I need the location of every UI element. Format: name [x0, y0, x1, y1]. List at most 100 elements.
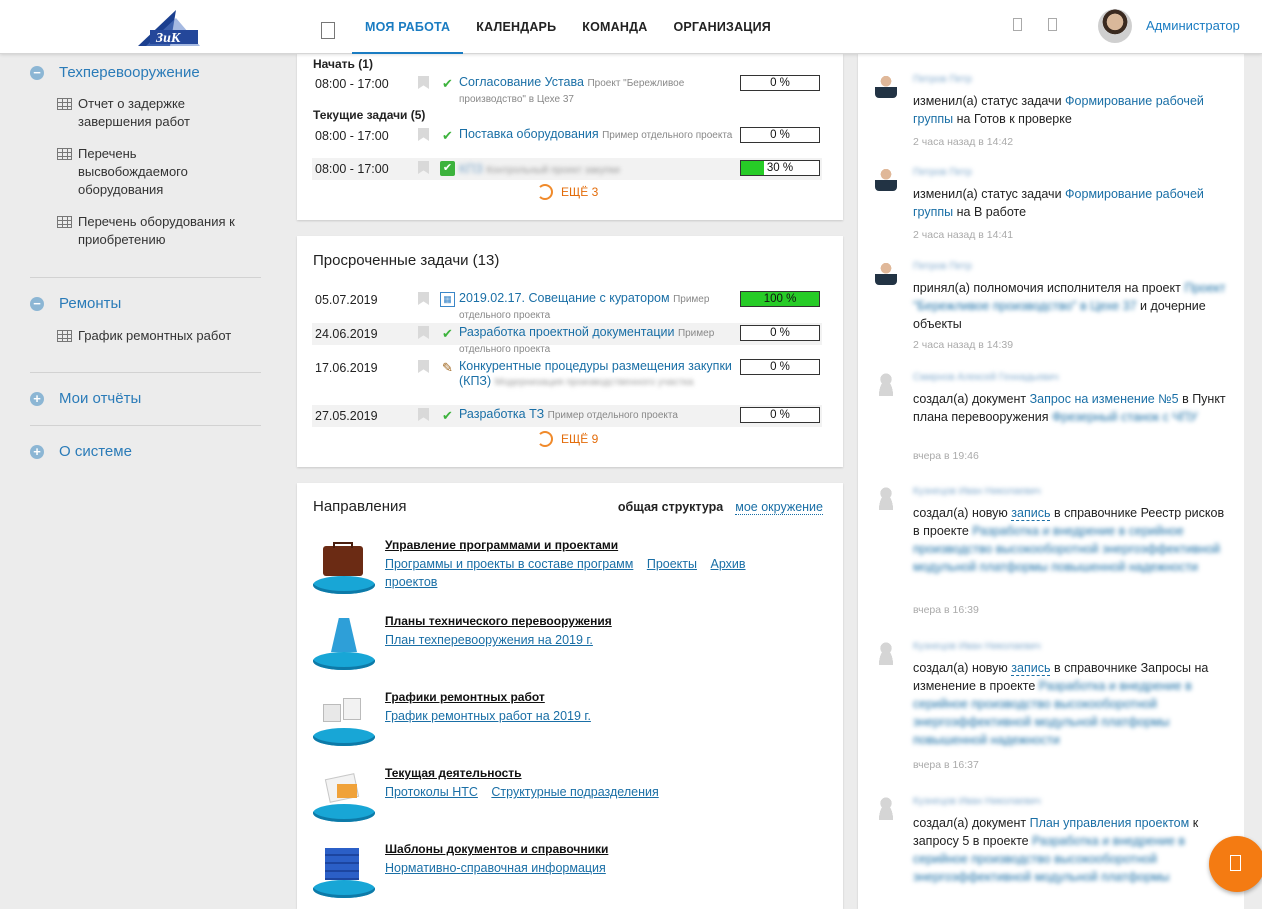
feed-author[interactable]: Петров Петр [913, 261, 972, 272]
task-row[interactable]: 08:00 - 17:00 ✔ Согласование Устава Прое… [312, 73, 822, 105]
task-title[interactable]: КПЗ [459, 162, 483, 176]
more-label[interactable]: ЕЩЁ 3 [561, 185, 598, 199]
messages-icon[interactable] [1048, 18, 1057, 31]
sidebar-item-label[interactable]: Отчет о задержке завершения работ [78, 95, 248, 131]
user-placeholder-icon[interactable] [875, 796, 897, 820]
direction-link[interactable]: График ремонтных работ на 2019 г. [385, 709, 591, 723]
direction-links: План техперевооружения на 2019 г. [385, 631, 795, 649]
user-name[interactable]: Администратор [1146, 18, 1240, 33]
sidebar-section-title[interactable]: О системе [59, 443, 132, 460]
feed-link[interactable]: запись [1011, 661, 1051, 676]
direction-link[interactable]: Программы и проекты в составе программ [385, 557, 633, 571]
feed-author[interactable]: Кузнецов Иван Николаевич [913, 486, 1041, 497]
plus-circle-icon[interactable]: + [30, 391, 44, 406]
user-placeholder-icon[interactable] [875, 372, 897, 396]
nav-my-work[interactable]: МОЯ РАБОТА [352, 0, 464, 54]
sidebar-section-my-reports[interactable]: + Мои отчёты [30, 390, 141, 407]
sidebar-section-title[interactable]: Ремонты [59, 295, 121, 312]
feed-target-link[interactable]: Фрезерный станок с ЧПУ [1052, 410, 1198, 424]
feed-time: 2 часа назад в 14:42 [913, 136, 1014, 148]
task-row[interactable]: 24.06.2019 ✔ Разработка проектной докуме… [312, 323, 822, 355]
sidebar-section-title[interactable]: Техперевооружение [59, 64, 200, 81]
tab-my-environment[interactable]: мое окружение [735, 500, 823, 515]
task-title[interactable]: Поставка оборудования [459, 127, 599, 141]
sidebar-item-label[interactable]: График ремонтных работ [78, 327, 248, 345]
direction-link[interactable]: Проекты [647, 557, 697, 571]
hammer-icon: ✎ [442, 360, 453, 375]
task-row[interactable]: 08:00 - 17:00 ✔ КПЗ Контрольный проект з… [312, 158, 822, 180]
bookmark-icon[interactable] [418, 161, 429, 174]
feed-link[interactable]: План управления проектом [1030, 816, 1190, 830]
sidebar-section-rearmament[interactable]: − Техперевооружение [30, 64, 200, 81]
bookmark-icon[interactable] [418, 408, 429, 421]
task-title[interactable]: Согласование Устава [459, 75, 584, 89]
sidebar-item-label[interactable]: Перечень оборудования к приобретению [78, 213, 248, 249]
direction-title[interactable]: Шаблоны документов и справочники [385, 842, 608, 856]
progress-value: 0 % [770, 409, 790, 421]
direction-title[interactable]: Графики ремонтных работ [385, 690, 545, 704]
bookmark-icon[interactable] [418, 76, 429, 89]
sidebar-item-repair-schedule[interactable]: График ремонтных работ [57, 327, 248, 345]
task-row[interactable]: 27.05.2019 ✔ Разработка ТЗ Пример отдель… [312, 405, 822, 427]
icon-plate [313, 804, 375, 822]
task-row[interactable]: 08:00 - 17:00 ✔ Поставка оборудования Пр… [312, 125, 822, 147]
user-photo-icon[interactable] [875, 261, 897, 285]
user-placeholder-icon[interactable] [875, 486, 897, 510]
task-title[interactable]: Разработка проектной документации [459, 325, 674, 339]
menu-toggle-icon[interactable] [321, 22, 335, 39]
check-icon: ✔ [442, 326, 453, 341]
progress-value: 0 % [770, 77, 790, 89]
user-avatar[interactable] [1098, 9, 1132, 43]
direction-title[interactable]: Планы технического перевооружения [385, 614, 612, 628]
tab-general-structure[interactable]: общая структура [618, 500, 723, 515]
task-title[interactable]: 2019.02.17. Совещание с куратором [459, 291, 670, 305]
sidebar-section-title[interactable]: Мои отчёты [59, 390, 141, 407]
sidebar-item-released-equipment[interactable]: Перечень высвобождаемого оборудования [57, 145, 248, 199]
scrollbar-track[interactable] [1244, 54, 1262, 909]
bookmark-icon[interactable] [418, 326, 429, 339]
task-row[interactable]: 17.06.2019 ✎ Конкурентные процедуры разм… [312, 357, 822, 388]
feed-author[interactable]: Смирнов Алексей Геннадьевич [913, 372, 1059, 383]
sidebar-item-equipment-to-buy[interactable]: Перечень оборудования к приобретению [57, 213, 248, 249]
direction-link[interactable]: Нормативно-справочная информация [385, 861, 606, 875]
plus-circle-icon[interactable]: + [30, 444, 44, 459]
user-placeholder-icon[interactable] [875, 641, 897, 665]
feed-author[interactable]: Кузнецов Иван Николаевич [913, 641, 1041, 652]
bookmark-icon[interactable] [418, 360, 429, 373]
nav-calendar[interactable]: КАЛЕНДАРЬ [463, 0, 569, 54]
notifications-icon[interactable] [1013, 18, 1022, 31]
company-logo[interactable]: ЗиК [136, 8, 202, 48]
sidebar-section-repairs[interactable]: − Ремонты [30, 295, 121, 312]
more-label[interactable]: ЕЩЁ 9 [561, 432, 598, 446]
minus-circle-icon[interactable]: − [30, 296, 44, 311]
feed-author[interactable]: Петров Петр [913, 167, 972, 178]
nav-organization[interactable]: ОРГАНИЗАЦИЯ [660, 0, 784, 54]
feed-action: создал(а) [913, 392, 972, 406]
direction-item: Текущая деятельность Протоколы НТС Струк… [311, 766, 821, 826]
feed-connector: на [953, 205, 974, 219]
sidebar-section-about[interactable]: + О системе [30, 443, 132, 460]
direction-link[interactable]: Структурные подразделения [491, 785, 658, 799]
callback-button[interactable] [1209, 836, 1262, 892]
minus-circle-icon[interactable]: − [30, 65, 44, 80]
direction-link[interactable]: План техперевооружения на 2019 г. [385, 633, 593, 647]
more-tasks-button[interactable]: ЕЩЁ 3 [537, 184, 598, 200]
task-title[interactable]: Разработка ТЗ [459, 407, 544, 421]
feed-link[interactable]: запись [1011, 506, 1051, 521]
user-photo-icon[interactable] [875, 167, 897, 191]
more-overdue-button[interactable]: ЕЩЁ 9 [537, 431, 598, 447]
feed-author[interactable]: Кузнецов Иван Николаевич [913, 796, 1041, 807]
sidebar-item-label[interactable]: Перечень высвобождаемого оборудования [78, 145, 248, 199]
direction-link[interactable]: Протоколы НТС [385, 785, 478, 799]
sidebar-item-delay-report[interactable]: Отчет о задержке завершения работ [57, 95, 248, 131]
direction-title[interactable]: Текущая деятельность [385, 766, 522, 780]
task-row[interactable]: 05.07.2019 ▦ 2019.02.17. Совещание с кур… [312, 289, 822, 321]
task-date: 24.06.2019 [315, 327, 378, 341]
bookmark-icon[interactable] [418, 292, 429, 305]
feed-author[interactable]: Петров Петр [913, 74, 972, 85]
direction-title[interactable]: Управление программами и проектами [385, 538, 618, 552]
nav-team[interactable]: КОМАНДА [569, 0, 660, 54]
user-photo-icon[interactable] [875, 74, 897, 98]
feed-link[interactable]: Запрос на изменение №5 [1030, 392, 1179, 406]
bookmark-icon[interactable] [418, 128, 429, 141]
